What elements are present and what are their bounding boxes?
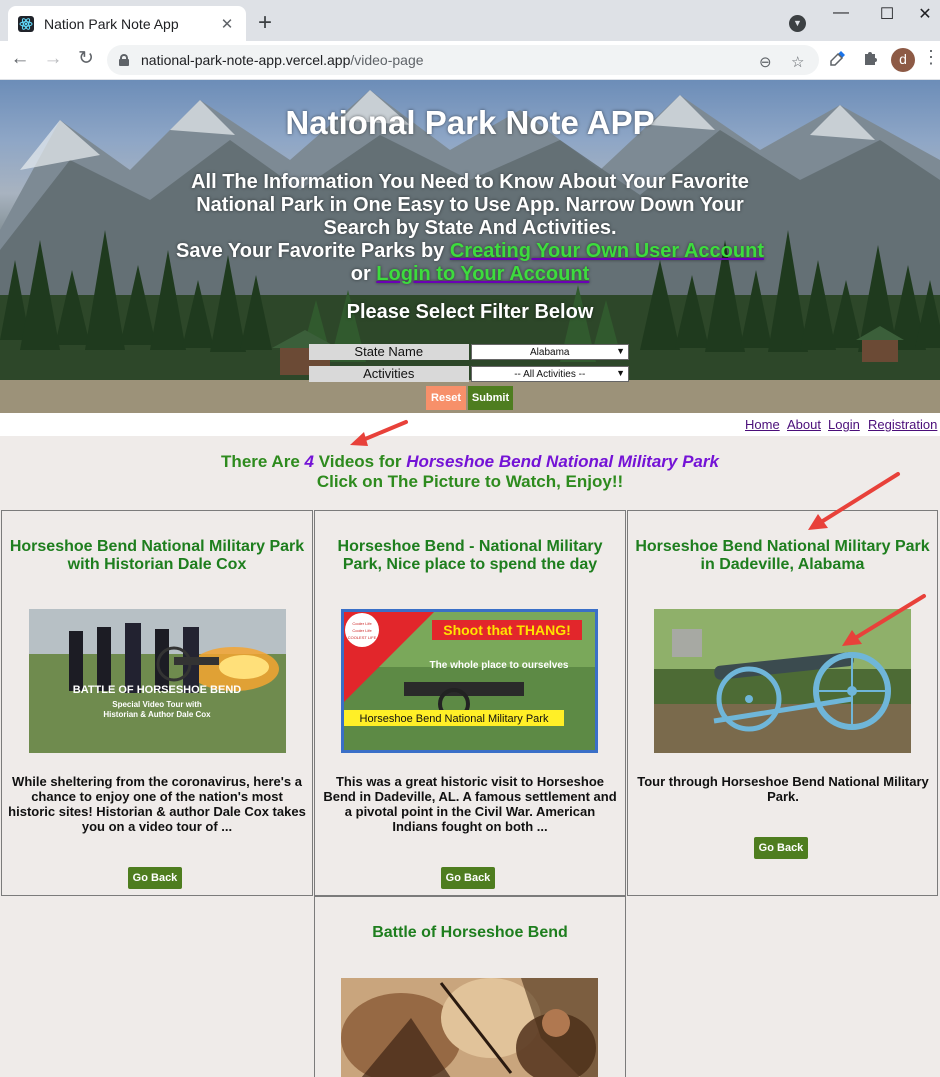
video-title: Horseshoe Bend - National Military Park,… [337, 538, 603, 573]
video-description: While sheltering from the coronavirus, h… [8, 774, 306, 834]
thumb-badge-line-2: Cooler Life [352, 628, 372, 633]
app-title: National Park Note APP [285, 104, 655, 141]
url-host: national-park-note-app.vercel.app [141, 52, 351, 68]
or-text: or [350, 263, 377, 285]
create-account-link[interactable]: Creating Your Own User Account [450, 240, 764, 262]
cannon-park-thumbnail-image: Cooler Life Cooler Life COOLEST LIFE Sho… [344, 612, 595, 750]
chevron-down-icon: ▼ [616, 346, 625, 356]
chevron-down-icon: ▼ [616, 368, 625, 378]
lock-icon[interactable] [119, 54, 129, 66]
browser-menu-icon[interactable]: ⋮ [922, 47, 940, 68]
summary-line-2: Click on The Picture to Watch, Enjoy!! [316, 472, 624, 491]
react-favicon-icon [18, 15, 34, 32]
state-filter-row: State Name Alabama ▼ [309, 344, 629, 360]
tab-title: Nation Park Note App [44, 15, 179, 32]
forward-button[interactable]: → [42, 49, 64, 69]
thumb-whole-place-text: The whole place to ourselves [430, 660, 569, 671]
address-bar[interactable]: national-park-note-app.vercel.app/video-… [107, 45, 819, 75]
thumb-title-text: BATTLE OF HORSESHOE BEND [73, 684, 242, 696]
go-back-button[interactable]: Go Back [754, 837, 808, 859]
video-card: Horseshoe Bend National Military Park in… [627, 510, 938, 896]
summary-mid: Videos for [313, 452, 407, 471]
back-button[interactable]: ← [9, 49, 31, 69]
close-window-button[interactable]: ✕ [910, 4, 940, 24]
thumb-subtitle-text: Special Video Tour with [112, 700, 202, 709]
thumb-park-name-text: Horseshoe Bend National Military Park [360, 713, 549, 725]
browser-toolbar: ← → ↻ national-park-note-app.vercel.app /… [0, 41, 940, 79]
thumb-author-text: Historian & Author Dale Cox [103, 710, 211, 719]
video-count: 4 [304, 452, 314, 471]
activities-filter-row: Activities -- All Activities -- ▼ [309, 366, 629, 382]
go-back-button[interactable]: Go Back [128, 867, 182, 889]
minimize-button[interactable]: — [818, 4, 864, 22]
video-summary: There Are 4 Videos for Horseshoe Bend Na… [0, 452, 940, 492]
submit-button[interactable]: Submit [468, 386, 513, 410]
login-account-link[interactable]: Login to Your Account [376, 263, 589, 285]
filter-title: Please Select Filter Below [346, 301, 594, 323]
go-back-button[interactable]: Go Back [441, 867, 495, 889]
summary-line-1: There Are 4 Videos for Horseshoe Bend Na… [0, 452, 940, 472]
reload-button[interactable]: ↻ [75, 49, 97, 69]
intro-text: All The Information You Need to Know Abo… [170, 171, 770, 286]
video-thumbnail[interactable]: Cooler Life Cooler Life COOLEST LIFE Sho… [341, 609, 598, 753]
video-title: Horseshoe Bend National Military Park in… [635, 538, 930, 573]
video-thumbnail[interactable] [341, 978, 598, 1077]
video-title: Battle of Horseshoe Bend [372, 924, 568, 941]
hero-banner: National Park Note APP All The Informati… [0, 80, 940, 413]
state-select[interactable]: Alabama ▼ [470, 344, 629, 360]
thumb-shoot-text: Shoot that THANG! [443, 622, 571, 638]
video-title: Horseshoe Bend National Military Park wi… [9, 538, 305, 573]
activities-select-value: -- All Activities -- [514, 368, 586, 380]
park-name: Horseshoe Bend National Military Park [406, 452, 719, 471]
video-card: Horseshoe Bend National Military Park wi… [1, 510, 313, 896]
eyedropper-extension-icon[interactable] [830, 50, 846, 71]
profile-avatar[interactable]: d [891, 48, 915, 72]
nav-registration-link[interactable]: Registration [868, 417, 937, 432]
video-thumbnail[interactable]: BATTLE OF HORSESHOE BEND Special Video T… [29, 609, 286, 753]
url-path: /video-page [350, 52, 424, 68]
activities-select[interactable]: -- All Activities -- ▼ [470, 366, 629, 382]
video-card: Battle of Horseshoe Bend [314, 896, 626, 1077]
new-tab-button[interactable]: + [258, 10, 272, 36]
thumb-badge-line-1: Cooler Life [352, 621, 372, 626]
red-annotation-arrow-icon [350, 420, 408, 446]
red-annotation-arrow-icon [842, 594, 926, 646]
video-description: Tour through Horseshoe Bend National Mil… [637, 774, 929, 804]
nav-login-link[interactable]: Login [828, 417, 860, 432]
browser-tab[interactable]: Nation Park Note App ✕ [8, 6, 246, 41]
thumb-badge-line-3: COOLEST LIFE [348, 635, 377, 640]
video-description: This was a great historic visit to Horse… [323, 774, 617, 834]
state-select-value: Alabama [530, 346, 570, 358]
activities-label: Activities [309, 366, 469, 382]
summary-prefix: There Are [221, 452, 305, 471]
bookmark-star-icon[interactable]: ☆ [791, 53, 804, 71]
maximize-button[interactable]: ☐ [864, 4, 910, 24]
battle-painting-thumbnail-image [341, 978, 598, 1077]
nav-about-link[interactable]: About [787, 417, 821, 432]
top-nav: Home About Login Registration [0, 413, 940, 436]
tab-close-icon[interactable]: ✕ [218, 15, 236, 33]
extensions-puzzle-icon[interactable] [862, 50, 878, 71]
zoom-icon[interactable]: ⊖ [759, 53, 772, 71]
save-prefix-text: Save Your Favorite Parks by [176, 240, 450, 262]
intro-description: All The Information You Need to Know Abo… [191, 171, 749, 239]
nav-home-link[interactable]: Home [745, 417, 780, 432]
video-card: Horseshoe Bend - National Military Park,… [314, 510, 626, 896]
red-annotation-arrow-icon [808, 472, 900, 530]
browser-chrome: Nation Park Note App ✕ + ▼ — ☐ ✕ ← → ↻ n… [0, 0, 940, 80]
tab-search-icon[interactable]: ▼ [789, 15, 806, 32]
state-label: State Name [309, 344, 469, 360]
reset-button[interactable]: Reset [426, 386, 466, 410]
cannon-firing-thumbnail-image: BATTLE OF HORSESHOE BEND Special Video T… [29, 609, 286, 753]
